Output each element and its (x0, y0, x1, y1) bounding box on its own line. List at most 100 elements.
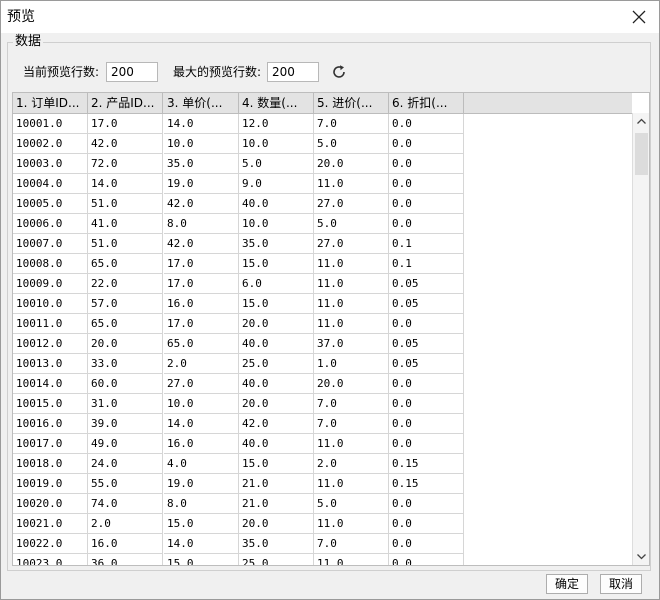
column-header[interactable]: 6. 折扣(... (389, 93, 464, 113)
table-cell: 10022.0 (13, 534, 88, 554)
table-cell: 42.0 (239, 414, 314, 434)
table-cell: 0.0 (389, 154, 464, 174)
table-cell: 21.0 (239, 474, 314, 494)
column-header[interactable]: 4. 数量(... (239, 93, 314, 113)
table-row[interactable]: 10008.0 65.0 17.0 15.0 11.0 0.1 (13, 254, 465, 274)
table-cell: 10004.0 (13, 174, 88, 194)
column-header[interactable]: 3. 单价(... (164, 93, 239, 113)
table-cell: 19.0 (164, 174, 239, 194)
table-cell: 15.0 (239, 294, 314, 314)
table-row[interactable]: 10023.0 36.0 15.0 25.0 11.0 0.0 (13, 554, 465, 565)
table-row[interactable]: 10003.0 72.0 35.0 5.0 20.0 0.0 (13, 154, 465, 174)
table-cell: 10005.0 (13, 194, 88, 214)
table-cell: 5.0 (239, 154, 314, 174)
table-cell: 2.0 (314, 454, 389, 474)
cancel-button[interactable]: 取消 (600, 574, 642, 594)
table-cell: 0.0 (389, 494, 464, 514)
column-header[interactable]: 2. 产品ID... (88, 93, 163, 113)
table-cell: 10016.0 (13, 414, 88, 434)
table-cell: 14.0 (164, 414, 239, 434)
table-cell: 17.0 (164, 314, 239, 334)
table-row[interactable]: 10014.0 60.0 27.0 40.0 20.0 0.0 (13, 374, 465, 394)
table-cell: 6.0 (239, 274, 314, 294)
table-cell: 0.05 (389, 354, 464, 374)
scroll-down-icon[interactable] (633, 548, 649, 565)
table-cell: 24.0 (88, 454, 163, 474)
table-cell: 10011.0 (13, 314, 88, 334)
close-icon[interactable] (629, 7, 649, 27)
table-cell: 11.0 (314, 254, 389, 274)
table-cell: 0.0 (389, 554, 464, 565)
table-cell: 11.0 (314, 294, 389, 314)
table-cell: 10015.0 (13, 394, 88, 414)
table-row[interactable]: 10006.0 41.0 8.0 10.0 5.0 0.0 (13, 214, 465, 234)
table-cell: 0.05 (389, 294, 464, 314)
table-cell: 10018.0 (13, 454, 88, 474)
table-cell: 0.0 (389, 114, 464, 134)
max-rows-input[interactable] (267, 62, 319, 82)
table-cell: 20.0 (239, 394, 314, 414)
column-header[interactable]: 1. 订单ID... (13, 93, 88, 113)
refresh-icon[interactable] (330, 63, 348, 81)
table-cell: 10010.0 (13, 294, 88, 314)
table-cell: 10019.0 (13, 474, 88, 494)
scroll-up-icon[interactable] (633, 113, 649, 130)
table-cell: 20.0 (314, 374, 389, 394)
table-cell: 49.0 (88, 434, 163, 454)
table-cell: 40.0 (239, 374, 314, 394)
table-cell: 5.0 (314, 134, 389, 154)
max-rows-label: 最大的预览行数: (173, 65, 262, 79)
preview-dialog: 预览 数据 当前预览行数: 最大的预览行数: 1. 订单ID...2. 产品ID… (0, 0, 660, 600)
table-row[interactable]: 10021.0 2.0 15.0 20.0 11.0 0.0 (13, 514, 465, 534)
table-row[interactable]: 10010.0 57.0 16.0 15.0 11.0 0.05 (13, 294, 465, 314)
table-row[interactable]: 10018.0 24.0 4.0 15.0 2.0 0.15 (13, 454, 465, 474)
table-row[interactable]: 10022.0 16.0 14.0 35.0 7.0 0.0 (13, 534, 465, 554)
table-cell: 51.0 (88, 194, 163, 214)
table-cell: 11.0 (314, 474, 389, 494)
table-cell: 10020.0 (13, 494, 88, 514)
table-cell: 10013.0 (13, 354, 88, 374)
table-cell: 7.0 (314, 394, 389, 414)
table-cell: 51.0 (88, 234, 163, 254)
table-cell: 9.0 (239, 174, 314, 194)
scroll-thumb[interactable] (635, 133, 648, 175)
table-cell: 10007.0 (13, 234, 88, 254)
table-row[interactable]: 10020.0 74.0 8.0 21.0 5.0 0.0 (13, 494, 465, 514)
table-cell: 0.0 (389, 194, 464, 214)
table-row[interactable]: 10002.0 42.0 10.0 10.0 5.0 0.0 (13, 134, 465, 154)
table-cell: 10006.0 (13, 214, 88, 234)
table-cell: 0.05 (389, 334, 464, 354)
table-row[interactable]: 10017.0 49.0 16.0 40.0 11.0 0.0 (13, 434, 465, 454)
table-cell: 10.0 (239, 134, 314, 154)
table-row[interactable]: 10009.0 22.0 17.0 6.0 11.0 0.05 (13, 274, 465, 294)
table-cell: 39.0 (88, 414, 163, 434)
current-rows-input[interactable] (106, 62, 158, 82)
table-row[interactable]: 10007.0 51.0 42.0 35.0 27.0 0.1 (13, 234, 465, 254)
table-cell: 0.0 (389, 134, 464, 154)
column-header[interactable]: 5. 进价(... (314, 93, 389, 113)
table-cell: 35.0 (164, 154, 239, 174)
table-cell: 20.0 (314, 154, 389, 174)
table-cell: 11.0 (314, 174, 389, 194)
table-cell: 14.0 (164, 534, 239, 554)
table-row[interactable]: 10019.0 55.0 19.0 21.0 11.0 0.15 (13, 474, 465, 494)
table-row[interactable]: 10001.0 17.0 14.0 12.0 7.0 0.0 (13, 114, 465, 134)
table-row[interactable]: 10004.0 14.0 19.0 9.0 11.0 0.0 (13, 174, 465, 194)
table-row[interactable]: 10012.0 20.0 65.0 40.0 37.0 0.05 (13, 334, 465, 354)
table-cell: 4.0 (164, 454, 239, 474)
table-cell: 10009.0 (13, 274, 88, 294)
table-row[interactable]: 10013.0 33.0 2.0 25.0 1.0 0.05 (13, 354, 465, 374)
table-row[interactable]: 10015.0 31.0 10.0 20.0 7.0 0.0 (13, 394, 465, 414)
table-row[interactable]: 10016.0 39.0 14.0 42.0 7.0 0.0 (13, 414, 465, 434)
table-cell: 10017.0 (13, 434, 88, 454)
preview-table: 1. 订单ID... 2. 产品ID... 3. 单价(... 4. 数量(... 5.… (12, 92, 650, 566)
table-row[interactable]: 10005.0 51.0 42.0 40.0 27.0 0.0 (13, 194, 465, 214)
table-cell: 0.0 (389, 434, 464, 454)
ok-button[interactable]: 确定 (546, 574, 588, 594)
table-cell: 42.0 (88, 134, 163, 154)
table-cell: 11.0 (314, 434, 389, 454)
table-cell: 22.0 (88, 274, 163, 294)
table-cell: 15.0 (164, 554, 239, 565)
table-row[interactable]: 10011.0 65.0 17.0 20.0 11.0 0.0 (13, 314, 465, 334)
vertical-scrollbar[interactable] (632, 113, 649, 565)
